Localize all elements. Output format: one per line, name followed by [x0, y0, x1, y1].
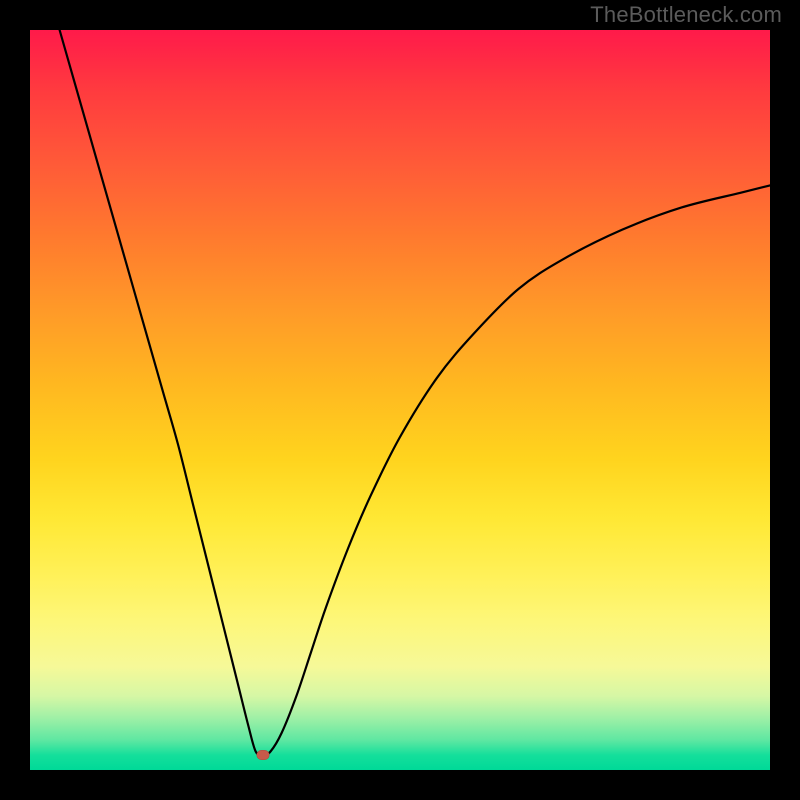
bottleneck-curve [60, 30, 770, 755]
optimal-point-marker [257, 750, 270, 760]
watermark-text: TheBottleneck.com [590, 2, 782, 28]
bottleneck-chart [30, 30, 770, 770]
curve-svg [30, 30, 770, 770]
